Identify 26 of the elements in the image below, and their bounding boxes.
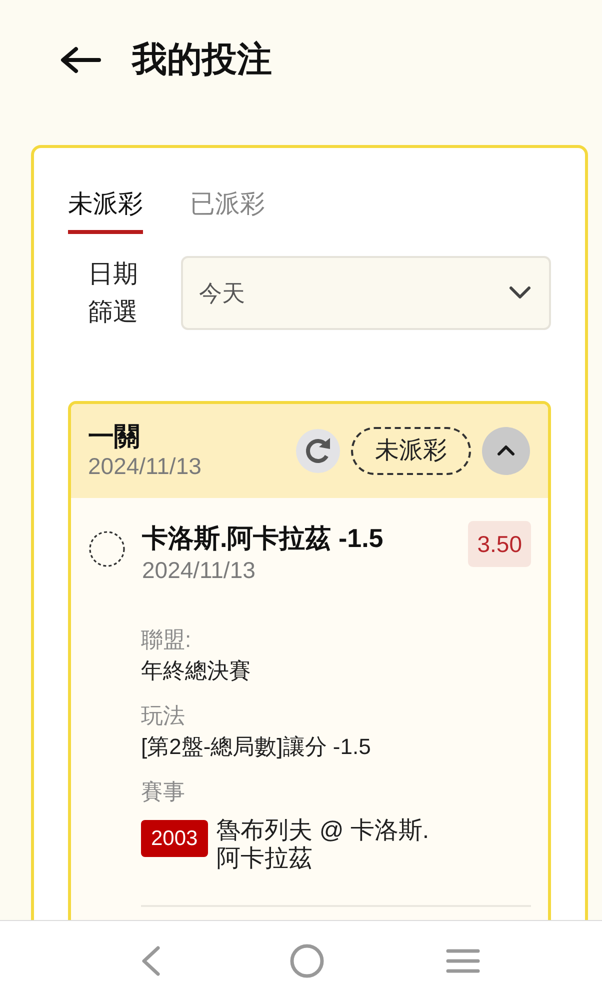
detail-label: 聯盟: — [141, 626, 192, 654]
odds-tag: 3.50 — [468, 521, 531, 567]
bet-date: 2024/11/13 — [88, 452, 202, 481]
detail-value: 年終總決賽 — [141, 657, 251, 685]
detail-label: 賽事 — [141, 778, 185, 806]
event-number-tag: 2003 — [141, 820, 208, 857]
tab[interactable]: 已派彩 — [190, 189, 265, 234]
home-icon[interactable] — [290, 944, 324, 978]
date-filter-label: 日期篩選 — [88, 259, 139, 328]
back-icon[interactable] — [140, 944, 162, 976]
menu-icon[interactable] — [446, 948, 480, 974]
bet-type: 一關 — [88, 421, 141, 451]
page-title: 我的投注 — [132, 38, 272, 81]
tab[interactable]: 未派彩 — [68, 189, 143, 234]
chevron-up-icon[interactable] — [482, 427, 530, 475]
detail-label: 玩法 — [141, 702, 185, 730]
dashed-circle-icon — [88, 530, 126, 568]
selection-date: 2024/11/13 — [142, 556, 256, 585]
detail-value: [第2盤-總局數]讓分 -1.5 — [141, 733, 371, 761]
refresh-icon[interactable] — [296, 429, 340, 473]
date-select[interactable]: 今天 — [181, 256, 551, 330]
match-name: 魯布列夫 @ 卡洛斯.阿卡拉茲 — [216, 817, 430, 873]
chevron-down-icon — [509, 286, 531, 300]
back-arrow-icon[interactable] — [59, 46, 101, 74]
status-tag: 未派彩 — [351, 427, 471, 475]
selection-name: 卡洛斯.阿卡拉茲 -1.5 — [142, 522, 384, 555]
